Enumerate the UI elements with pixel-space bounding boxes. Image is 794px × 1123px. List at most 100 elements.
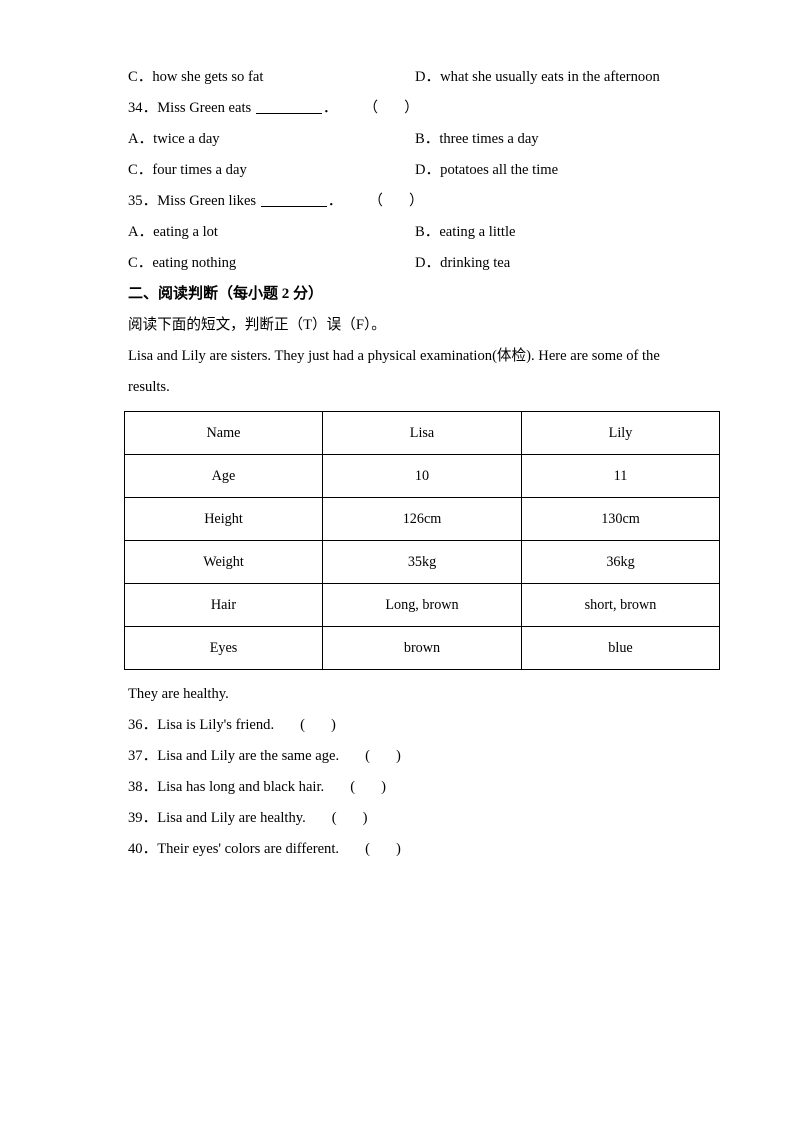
reading-passage: Lisa and Lily are sisters. They just had…: [124, 341, 694, 403]
question-37-number: 37．: [128, 748, 158, 764]
question-37-bracket-close: ): [396, 748, 401, 764]
question-35-options-ab: A．eating a lot B．eating a little: [124, 217, 694, 248]
section-two-instruction: 阅读下面的短文，判断正（T）误（F）。: [128, 317, 386, 333]
question-37-inner: 37．Lisa and Lily are the same age. (): [128, 741, 401, 772]
option-mark-c: C．: [128, 162, 153, 178]
question-34-bracket-open: （: [363, 100, 379, 116]
option-mark-a: A．: [128, 224, 154, 240]
question-34-options-ab: A．twice a day B．three times a day: [124, 124, 694, 155]
option-row-right: D．potatoes all the time: [415, 155, 558, 186]
question-35-bracket-close: ）: [408, 193, 424, 209]
option-mark-d: D．: [415, 255, 441, 271]
option-row-right: B．three times a day: [415, 124, 539, 155]
question-37-row: 37．Lisa and Lily are the same age. (): [124, 741, 694, 772]
table-cell-lisa: brown: [322, 626, 522, 670]
table-cell-label: Age: [124, 454, 323, 498]
table-cell-lisa: 126cm: [322, 497, 522, 541]
table-cell-label: Hair: [124, 583, 323, 627]
option-row-left: C．eating nothing: [128, 248, 236, 279]
section-two-heading: 二、阅读判断（每小题 2 分）: [128, 286, 324, 302]
table-cell-lily: short, brown: [521, 583, 720, 627]
option-row-right: D．what she usually eats in the afternoon: [415, 62, 660, 93]
page-content: C．how she gets so fat D．what she usually…: [124, 62, 720, 865]
question-37-text: Lisa and Lily are the same age.: [157, 748, 340, 764]
question-39-text: Lisa and Lily are healthy.: [157, 810, 306, 826]
option-text-a: twice a day: [153, 131, 220, 147]
table-cell-label: Eyes: [124, 626, 323, 670]
option-mark-c: C．: [128, 255, 153, 271]
table-cell-lily: blue: [521, 626, 720, 670]
option-mark-d: D．: [415, 69, 441, 85]
question-39-row: 39．Lisa and Lily are healthy. (): [124, 803, 694, 834]
option-text-a: eating a lot: [153, 224, 218, 240]
question-36-row: 36．Lisa is Lily's friend. (): [124, 710, 694, 741]
question-35-options-cd: C．eating nothing D．drinking tea: [124, 248, 694, 279]
worksheet-page: C．how she gets so fat D．what she usually…: [0, 0, 794, 1123]
option-text-d: what she usually eats in the afternoon: [440, 69, 660, 85]
question-36-number: 36．: [128, 717, 158, 733]
table-cell-label: Name: [124, 411, 323, 455]
option-row-left: C．how she gets so fat: [128, 62, 263, 93]
question-39-inner: 39．Lisa and Lily are healthy. (): [128, 803, 368, 834]
question-34-stem: 34．Miss Green eats ． （ ）: [124, 93, 694, 124]
question-35-stem-before: Miss Green likes: [157, 193, 260, 209]
option-mark-b: B．: [415, 131, 440, 147]
table-cell-label: Height: [124, 497, 323, 541]
option-text-c: how she gets so fat: [152, 69, 264, 85]
passage-line-2: results.: [128, 379, 170, 395]
question-34-stem-before: Miss Green eats: [157, 100, 255, 116]
physical-examination-table-wrap: Name Lisa Lily Age 10 11 Height 126cm 13…: [124, 411, 720, 670]
table-cell-lily: Lily: [521, 411, 720, 455]
question-35-blank[interactable]: [260, 206, 327, 207]
option-row-left: C．four times a day: [128, 155, 247, 186]
table-row: Name Lisa Lily: [124, 411, 720, 455]
table-row: Hair Long, brown short, brown: [124, 583, 720, 627]
table-row: Age 10 11: [124, 454, 720, 498]
question-34-number: 34．: [128, 100, 158, 116]
question-38-bracket-open: (: [350, 779, 356, 795]
passage-closing-line: They are healthy.: [128, 686, 229, 702]
option-row-left: A．eating a lot: [128, 217, 218, 248]
table-cell-lisa: Lisa: [322, 411, 522, 455]
option-text-c: eating nothing: [152, 255, 237, 271]
question-38-text: Lisa has long and black hair.: [157, 779, 325, 795]
option-text-d: potatoes all the time: [440, 162, 559, 178]
table-row: Weight 35kg 36kg: [124, 540, 720, 584]
option-mark-d: D．: [415, 162, 441, 178]
table-cell-lisa: 35kg: [322, 540, 522, 584]
physical-examination-table: Name Lisa Lily Age 10 11 Height 126cm 13…: [124, 411, 720, 670]
table-cell-lisa: Long, brown: [322, 583, 522, 627]
question-34-options-cd: C．four times a day D．potatoes all the ti…: [124, 155, 694, 186]
question-34-stem-after: ．: [322, 100, 338, 116]
question-40-bracket-open: (: [365, 841, 370, 857]
question-34-blank[interactable]: [255, 113, 322, 114]
question-40-row: 40．Their eyes' colors are different. (): [124, 834, 694, 865]
option-row-right: B．eating a little: [415, 217, 516, 248]
question-40-text: Their eyes' colors are different.: [157, 841, 340, 857]
table-cell-lily: 11: [521, 454, 720, 498]
option-text-d: drinking tea: [440, 255, 511, 271]
question-37-bracket-open: (: [365, 748, 371, 764]
question-34-stem-inner: 34．Miss Green eats ． （ ）: [128, 93, 419, 124]
question-35-stem-inner: 35．Miss Green likes ． （ ）: [128, 186, 424, 217]
table-cell-lily: 130cm: [521, 497, 720, 541]
table-cell-lisa: 10: [322, 454, 522, 498]
question-36-bracket-open: (: [300, 717, 306, 733]
question-35-bracket-open: （: [368, 193, 383, 209]
table-row: Eyes brown blue: [124, 626, 720, 670]
question-39-bracket-open: (: [331, 810, 337, 826]
question-36-text: Lisa is Lily's friend.: [157, 717, 275, 733]
question-35-stem: 35．Miss Green likes ． （ ）: [124, 186, 694, 217]
option-text-b: three times a day: [439, 131, 539, 147]
question-38-number: 38．: [128, 779, 158, 795]
question-40-number: 40．: [128, 841, 158, 857]
table-cell-lily: 36kg: [521, 540, 720, 584]
option-mark-b: B．: [415, 224, 440, 240]
question-34-bracket-close: ）: [404, 100, 419, 116]
table-row: Height 126cm 130cm: [124, 497, 720, 541]
question-35-stem-after: ．: [327, 193, 343, 209]
question-40-inner: 40．Their eyes' colors are different. (): [128, 834, 401, 865]
option-text-b: eating a little: [439, 224, 516, 240]
question-36-inner: 36．Lisa is Lily's friend. (): [128, 710, 336, 741]
question-33-options-row: C．how she gets so fat D．what she usually…: [124, 62, 694, 93]
